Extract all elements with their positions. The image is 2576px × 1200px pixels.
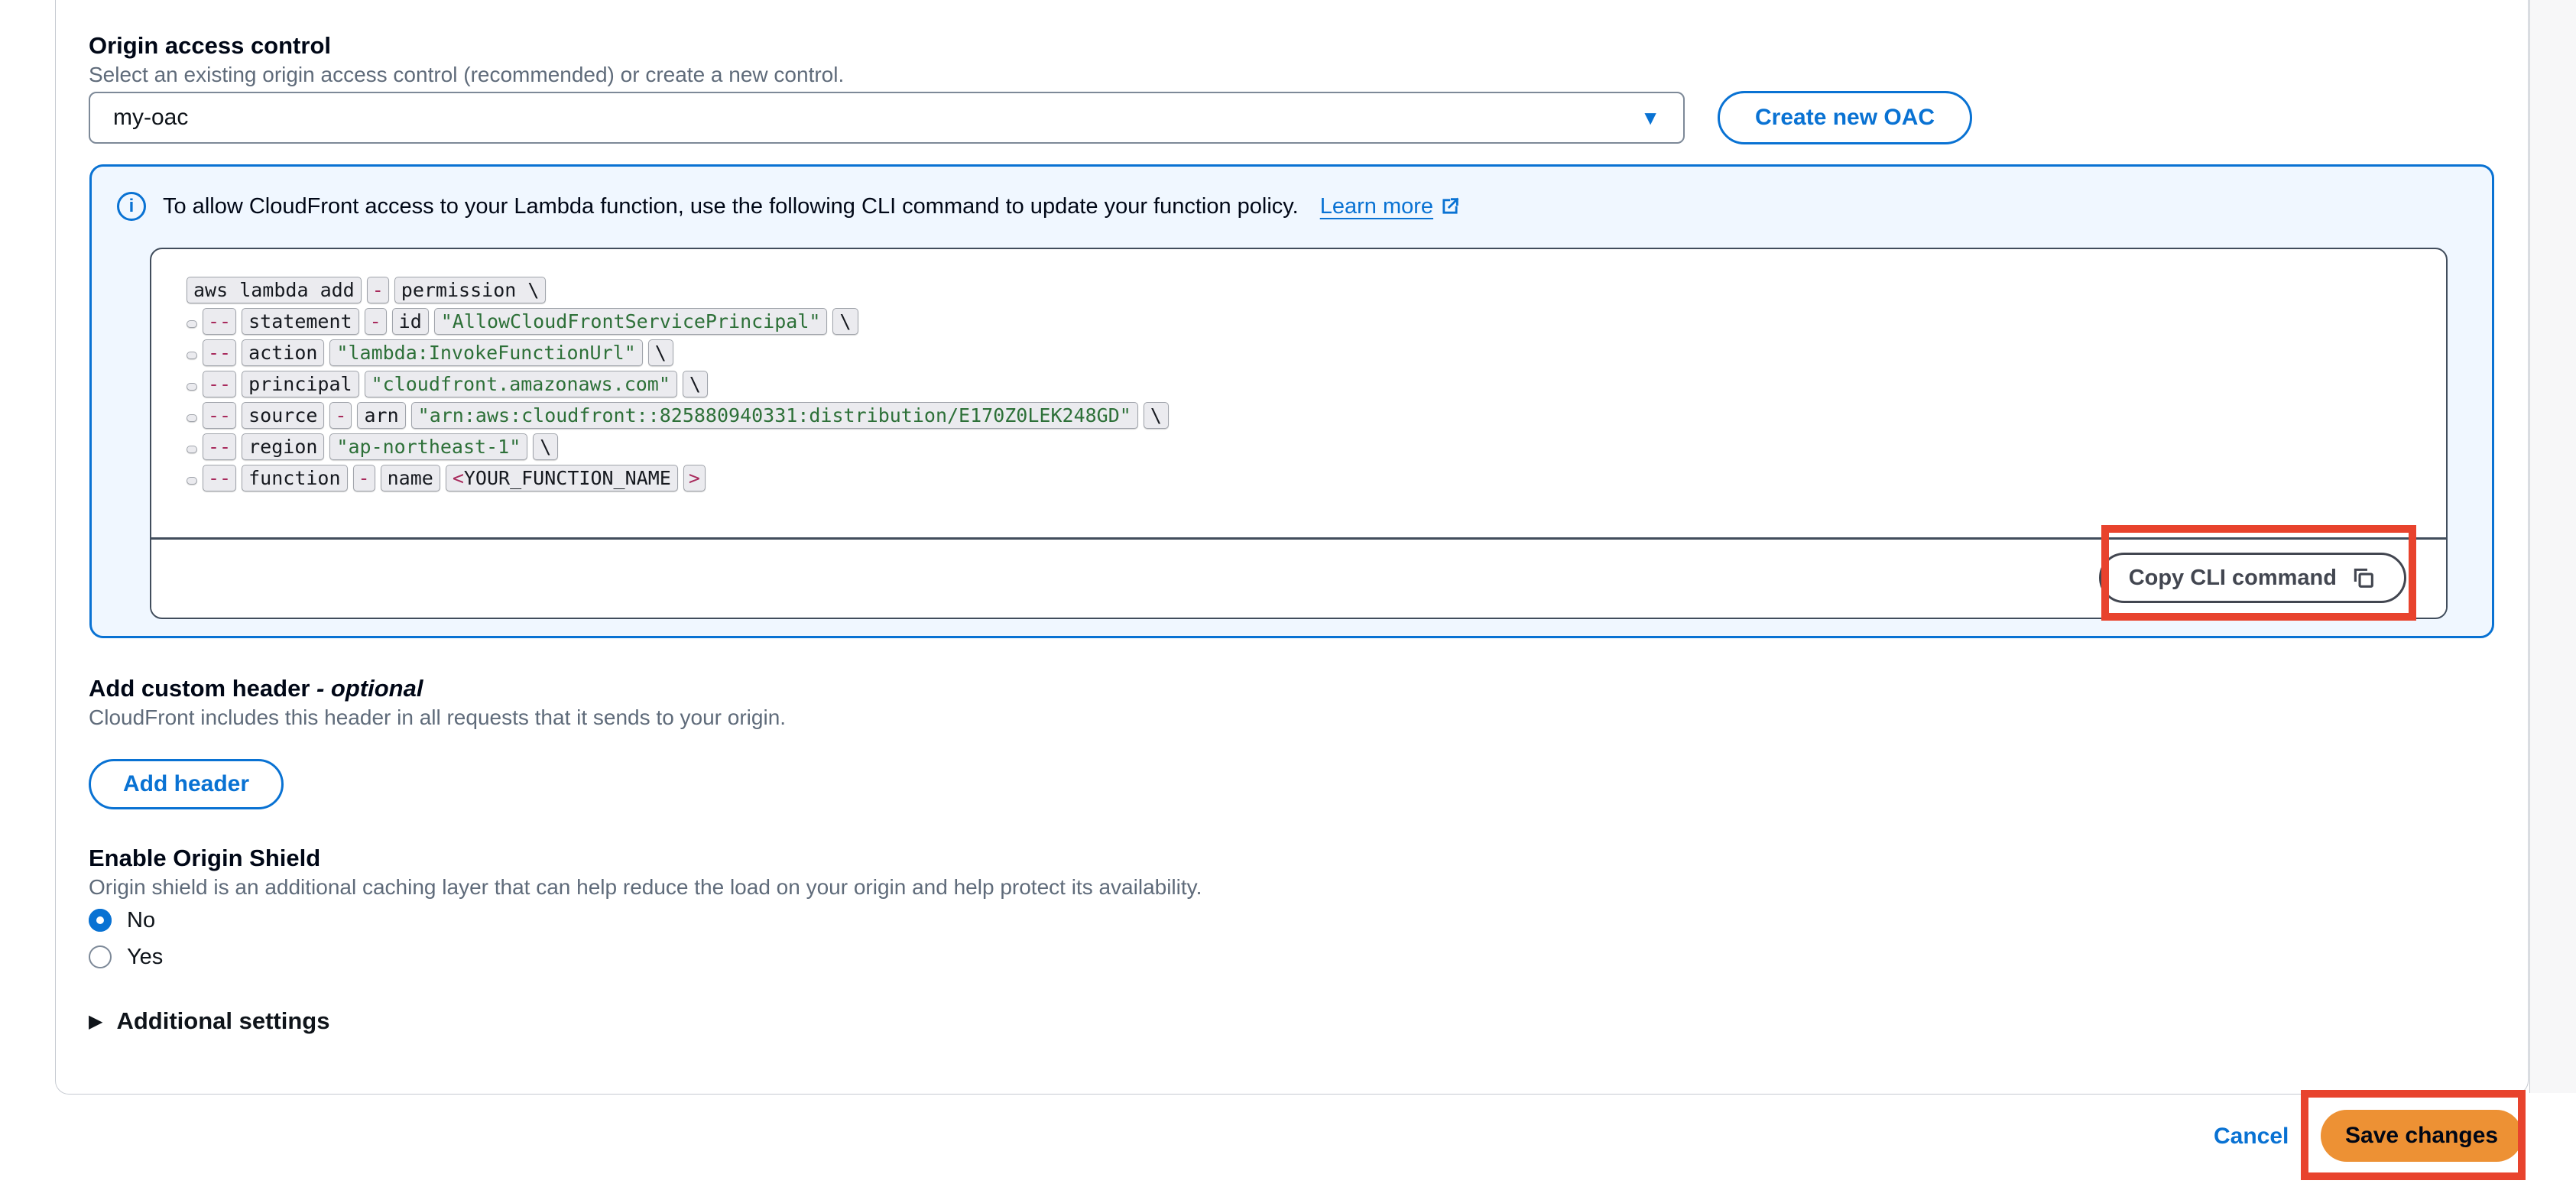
cli-token: --	[203, 339, 236, 366]
radio-option-no[interactable]: No	[89, 902, 163, 939]
origin-shield-options: No Yes	[89, 902, 163, 975]
custom-header-title-text: Add custom header	[89, 675, 316, 702]
cli-token: --	[203, 308, 236, 335]
radio-unselected-icon[interactable]	[89, 945, 112, 968]
cli-token: -	[365, 308, 387, 335]
cli-token: name	[381, 465, 440, 491]
cli-token	[187, 414, 197, 422]
additional-settings-label: Additional settings	[116, 1007, 329, 1035]
copy-icon	[2351, 565, 2376, 591]
oac-select-value: my-oac	[113, 105, 188, 131]
cli-line: --action"lambda:InvokeFunctionUrl"\	[187, 339, 2446, 371]
custom-header-description: CloudFront includes this header in all r…	[89, 705, 786, 730]
cli-token: "arn:aws:cloudfront::825880940331:distri…	[411, 402, 1138, 429]
cli-token: region	[242, 433, 324, 460]
cli-token: id	[392, 308, 429, 335]
chevron-down-icon: ▼	[1640, 106, 1660, 130]
save-changes-button[interactable]: Save changes	[2321, 1110, 2522, 1162]
cli-token: \	[683, 371, 708, 397]
cli-token	[187, 383, 197, 391]
cli-token: \	[533, 433, 558, 460]
cli-info-alert: i To allow CloudFront access to your Lam…	[89, 164, 2494, 638]
cli-token: source	[242, 402, 324, 429]
copy-cli-command-label: Copy CLI command	[2129, 566, 2337, 591]
radio-option-yes[interactable]: Yes	[89, 939, 163, 975]
cli-token: statement	[242, 308, 358, 335]
origin-settings-card: Origin access control Select an existing…	[55, 0, 2529, 1095]
cli-token: --	[203, 465, 236, 491]
oac-section-title: Origin access control	[89, 32, 331, 60]
copy-cli-command-button[interactable]: Copy CLI command	[2099, 553, 2406, 603]
additional-settings-expander[interactable]: ▶ Additional settings	[89, 1007, 329, 1035]
cli-token: "cloudfront.amazonaws.com"	[365, 371, 677, 397]
cli-token: principal	[242, 371, 358, 397]
custom-header-optional: - optional	[316, 675, 423, 702]
cli-token	[187, 446, 197, 453]
learn-more-label: Learn more	[1320, 194, 1433, 219]
cli-token: arn	[357, 402, 405, 429]
cli-command-footer: Copy CLI command	[151, 537, 2446, 616]
cli-token: \	[1144, 402, 1169, 429]
cli-token: -	[353, 465, 375, 491]
origin-shield-title: Enable Origin Shield	[89, 845, 320, 872]
cli-token: "AllowCloudFrontServicePrincipal"	[434, 308, 828, 335]
oac-select[interactable]: my-oac ▼	[89, 92, 1685, 144]
cli-token	[187, 477, 197, 485]
radio-label: No	[127, 908, 155, 933]
cli-command-box: aws lambda add-permission \--statement-i…	[150, 248, 2448, 619]
custom-header-title: Add custom header - optional	[89, 675, 423, 702]
scrollbar-rail[interactable]	[2529, 0, 2576, 1093]
cli-line: --statement-id"AllowCloudFrontServicePri…	[187, 308, 2446, 339]
info-icon: i	[117, 192, 146, 221]
learn-more-link[interactable]: Learn more	[1320, 194, 1461, 219]
cli-token: permission \	[394, 277, 547, 303]
cli-token: "lambda:InvokeFunctionUrl"	[329, 339, 642, 366]
origin-shield-description: Origin shield is an additional caching l…	[89, 875, 1202, 900]
alert-text: To allow CloudFront access to your Lambd…	[163, 194, 1299, 219]
external-link-icon	[1439, 196, 1461, 217]
cli-line: --function-name<YOUR_FUNCTION_NAME>	[187, 465, 2446, 496]
cli-token	[187, 352, 197, 359]
expand-triangle-icon: ▶	[89, 1010, 102, 1033]
cli-token: function	[242, 465, 347, 491]
radio-selected-icon[interactable]	[89, 909, 112, 932]
cli-token: -	[367, 277, 389, 303]
cli-token: aws lambda add	[187, 277, 362, 303]
cli-token: "ap-northeast-1"	[329, 433, 527, 460]
cli-line: --principal "cloudfront.amazonaws.com"\	[187, 371, 2446, 402]
cli-line: aws lambda add-permission \	[187, 277, 2446, 308]
cli-token: action	[242, 339, 324, 366]
cli-token: --	[203, 371, 236, 397]
add-header-button[interactable]: Add header	[89, 759, 284, 809]
cli-token: \	[648, 339, 673, 366]
cli-token: <YOUR_FUNCTION_NAME	[446, 465, 678, 491]
oac-section-description: Select an existing origin access control…	[89, 63, 844, 87]
cli-token: \	[832, 308, 858, 335]
cli-line: --region"ap-northeast-1"\	[187, 433, 2446, 465]
cli-command-text: aws lambda add-permission \--statement-i…	[151, 249, 2446, 537]
cli-token: -	[329, 402, 352, 429]
cli-token: >	[683, 465, 706, 491]
cli-token	[187, 320, 197, 328]
radio-label: Yes	[127, 945, 163, 970]
cli-token: --	[203, 402, 236, 429]
cancel-button[interactable]: Cancel	[2214, 1124, 2289, 1150]
create-new-oac-button[interactable]: Create new OAC	[1718, 91, 1972, 144]
cli-token: --	[203, 433, 236, 460]
page: Origin access control Select an existing…	[0, 0, 2576, 1200]
cli-line: --source-arn"arn:aws:cloudfront::8258809…	[187, 402, 2446, 433]
